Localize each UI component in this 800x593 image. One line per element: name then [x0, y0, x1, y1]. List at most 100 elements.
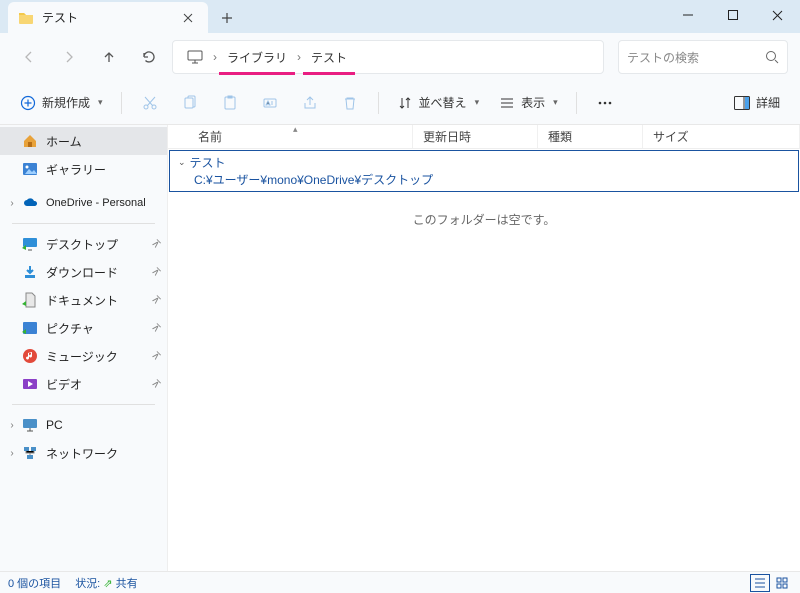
- music-icon: [22, 348, 38, 364]
- details-pane-button[interactable]: 詳細: [726, 87, 788, 119]
- item-count: 0 個の項目: [8, 575, 61, 591]
- share-status-icon: ⇗: [103, 578, 112, 590]
- tab-title: テスト: [42, 9, 178, 26]
- folder-group-header[interactable]: ⌄ テスト C:¥ユーザー¥mono¥OneDrive¥デスクトップ: [169, 150, 799, 192]
- thumbnails-view-toggle[interactable]: [772, 574, 792, 592]
- folder-icon: [18, 10, 34, 26]
- chevron-down-icon: ▾: [475, 97, 480, 108]
- pin-icon: ⊼: [149, 378, 162, 391]
- breadcrumb-label: ライブラリ: [227, 49, 287, 66]
- new-tab-button[interactable]: [212, 3, 242, 33]
- window-tab[interactable]: テスト: [8, 2, 208, 33]
- cut-button[interactable]: [132, 87, 168, 119]
- column-header-type[interactable]: 種類: [538, 125, 643, 148]
- network-icon: [22, 445, 38, 461]
- column-header-name[interactable]: 名前: [168, 125, 413, 148]
- sidebar-item-downloads[interactable]: ダウンロード ⊼: [0, 258, 167, 286]
- sidebar-label: ギャラリー: [46, 161, 106, 178]
- column-header-date[interactable]: 更新日時: [413, 125, 538, 148]
- address-bar[interactable]: › ライブラリ › テスト: [172, 40, 604, 74]
- sidebar-label: ミュージック: [46, 348, 118, 365]
- chevron-right-icon: ›: [211, 50, 219, 64]
- pin-icon: ⊼: [149, 238, 162, 251]
- column-header-size[interactable]: サイズ: [643, 125, 800, 148]
- back-button[interactable]: [12, 40, 46, 74]
- sidebar-item-network[interactable]: › ネットワーク: [0, 439, 167, 467]
- details-view-toggle[interactable]: [750, 574, 770, 592]
- sidebar-label: ネットワーク: [46, 445, 118, 462]
- forward-button[interactable]: [52, 40, 86, 74]
- sort-button[interactable]: 並べ替え ▾: [389, 87, 488, 119]
- separator: [121, 92, 122, 114]
- empty-folder-message: このフォルダーは空です。: [168, 211, 800, 228]
- address-root[interactable]: [179, 41, 211, 73]
- sidebar-item-gallery[interactable]: ギャラリー: [0, 155, 167, 183]
- navigation-sidebar: ホーム ギャラリー › OneDrive - Personal デスクトップ ⊼…: [0, 125, 168, 571]
- main-area: ホーム ギャラリー › OneDrive - Personal デスクトップ ⊼…: [0, 125, 800, 571]
- rename-button[interactable]: [252, 87, 288, 119]
- command-toolbar: 新規作成 ▾ 並べ替え ▾ 表示 ▾ 詳細: [0, 81, 800, 125]
- chevron-down-icon: ▾: [553, 97, 558, 108]
- sidebar-label: ダウンロード: [46, 264, 118, 281]
- search-input[interactable]: テストの検索: [618, 40, 788, 74]
- search-icon: [765, 50, 779, 64]
- desktop-icon: [22, 236, 38, 252]
- chevron-right-icon: ›: [295, 50, 303, 64]
- share-button[interactable]: [292, 87, 328, 119]
- sidebar-item-pictures[interactable]: ピクチャ ⊼: [0, 314, 167, 342]
- separator: [12, 404, 155, 405]
- pin-icon: ⊼: [149, 322, 162, 335]
- sidebar-item-desktop[interactable]: デスクトップ ⊼: [0, 230, 167, 258]
- separator: [378, 92, 379, 114]
- sidebar-item-pc[interactable]: › PC: [0, 411, 167, 439]
- sidebar-item-home[interactable]: ホーム: [0, 127, 167, 155]
- window-titlebar: テスト: [0, 0, 800, 33]
- view-button[interactable]: 表示 ▾: [491, 87, 566, 119]
- search-placeholder: テストの検索: [627, 49, 765, 66]
- maximize-button[interactable]: [710, 0, 755, 30]
- pc-icon: [22, 417, 38, 433]
- copy-button[interactable]: [172, 87, 208, 119]
- videos-icon: [22, 376, 38, 392]
- pin-icon: ⊼: [149, 294, 162, 307]
- downloads-icon: [22, 264, 38, 280]
- sidebar-item-videos[interactable]: ビデオ ⊼: [0, 370, 167, 398]
- breadcrumb-segment-1[interactable]: テスト: [303, 41, 355, 73]
- expand-icon[interactable]: ›: [6, 198, 18, 209]
- sidebar-item-onedrive[interactable]: › OneDrive - Personal: [0, 189, 167, 217]
- navigation-row: › ライブラリ › テスト テストの検索: [0, 33, 800, 81]
- breadcrumb-label: テスト: [311, 49, 347, 66]
- status-state: 状況: ⇗ 共有: [75, 575, 137, 591]
- content-pane: 名前 ▴ 更新日時 種類 サイズ ⌄ テスト C:¥ユーザー¥mono¥OneD…: [168, 125, 800, 571]
- window-controls: [665, 0, 800, 30]
- sort-label: 並べ替え: [419, 94, 467, 111]
- sidebar-label: PC: [46, 418, 63, 432]
- sidebar-item-music[interactable]: ミュージック ⊼: [0, 342, 167, 370]
- group-title: テスト: [190, 154, 226, 171]
- up-button[interactable]: [92, 40, 126, 74]
- refresh-button[interactable]: [132, 40, 166, 74]
- more-button[interactable]: [587, 87, 623, 119]
- close-button[interactable]: [755, 0, 800, 30]
- expand-icon[interactable]: ›: [6, 420, 18, 431]
- pin-icon: ⊼: [149, 350, 162, 363]
- pictures-icon: [22, 320, 38, 336]
- chevron-down-icon[interactable]: ⌄: [178, 157, 186, 168]
- sidebar-item-documents[interactable]: ドキュメント ⊼: [0, 286, 167, 314]
- group-path: C:¥ユーザー¥mono¥OneDrive¥デスクトップ: [194, 171, 790, 188]
- new-button[interactable]: 新規作成 ▾: [12, 87, 111, 119]
- documents-icon: [22, 292, 38, 308]
- sidebar-label: OneDrive - Personal: [46, 197, 146, 209]
- breadcrumb-segment-0[interactable]: ライブラリ: [219, 41, 295, 73]
- sidebar-label: デスクトップ: [46, 236, 118, 253]
- paste-button[interactable]: [212, 87, 248, 119]
- delete-button[interactable]: [332, 87, 368, 119]
- expand-icon[interactable]: ›: [6, 448, 18, 459]
- sidebar-label: ホーム: [46, 133, 82, 150]
- view-label: 表示: [521, 94, 545, 111]
- separator: [576, 92, 577, 114]
- sidebar-label: ビデオ: [46, 376, 82, 393]
- tab-close-button[interactable]: [178, 8, 198, 28]
- minimize-button[interactable]: [665, 0, 710, 30]
- onedrive-icon: [22, 195, 38, 211]
